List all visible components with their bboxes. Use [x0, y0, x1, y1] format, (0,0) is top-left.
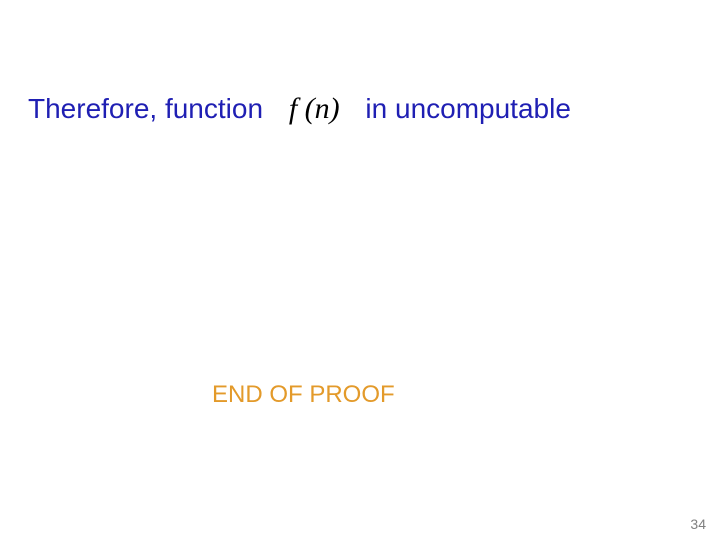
end-of-proof: END OF PROOF	[212, 381, 395, 409]
statement-suffix: in uncomputable	[353, 93, 570, 124]
page-number: 34	[690, 516, 706, 532]
statement-math: f (n)	[271, 92, 346, 125]
slide: Therefore, function f (n) in uncomputabl…	[0, 0, 720, 540]
main-statement: Therefore, function f (n) in uncomputabl…	[28, 92, 700, 126]
statement-prefix: Therefore, function	[28, 93, 263, 124]
